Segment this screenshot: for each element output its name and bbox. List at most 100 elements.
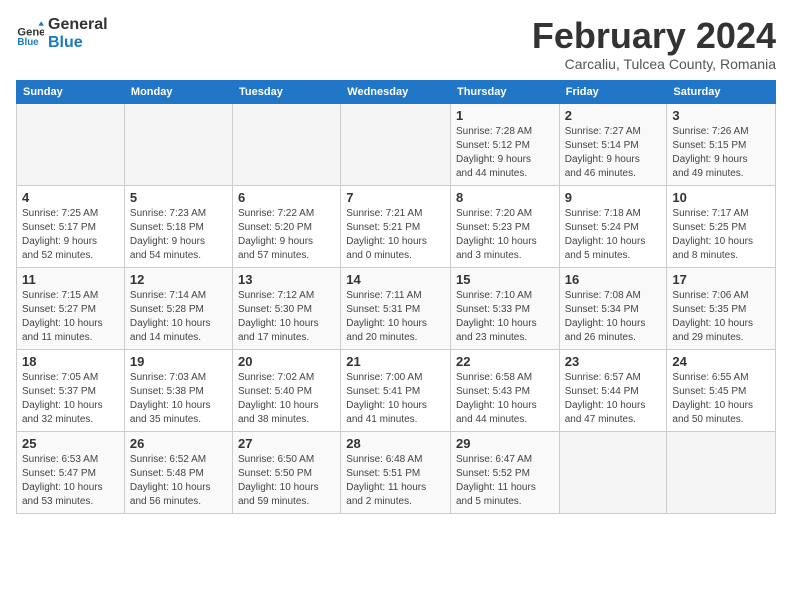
day-cell: 6 Sunrise: 7:22 AM Sunset: 5:20 PM Daylig… bbox=[233, 185, 341, 267]
day-number: 10 bbox=[672, 190, 770, 205]
day-number: 28 bbox=[346, 436, 445, 451]
day-cell bbox=[341, 103, 451, 185]
day-info: Sunrise: 7:18 AM Sunset: 5:24 PM Dayligh… bbox=[565, 207, 662, 263]
day-info: Sunrise: 6:58 AM Sunset: 5:43 PM Dayligh… bbox=[456, 371, 554, 427]
day-number: 27 bbox=[238, 436, 335, 451]
day-info: Sunrise: 7:12 AM Sunset: 5:30 PM Dayligh… bbox=[238, 289, 335, 345]
day-cell: 14 Sunrise: 7:11 AM Sunset: 5:31 PM Dayli… bbox=[341, 267, 451, 349]
day-number: 20 bbox=[238, 354, 335, 369]
day-number: 24 bbox=[672, 354, 770, 369]
logo-general: General bbox=[48, 16, 108, 34]
logo-blue: Blue bbox=[48, 34, 108, 52]
column-header-sunday: Sunday bbox=[17, 80, 125, 103]
day-info: Sunrise: 7:20 AM Sunset: 5:23 PM Dayligh… bbox=[456, 207, 554, 263]
day-number: 9 bbox=[565, 190, 662, 205]
day-cell: 3 Sunrise: 7:26 AM Sunset: 5:15 PM Daylig… bbox=[667, 103, 776, 185]
column-header-thursday: Thursday bbox=[450, 80, 559, 103]
day-cell bbox=[233, 103, 341, 185]
day-cell: 28 Sunrise: 6:48 AM Sunset: 5:51 PM Dayli… bbox=[341, 431, 451, 513]
day-number: 25 bbox=[22, 436, 119, 451]
day-number: 5 bbox=[130, 190, 227, 205]
logo: General Blue General Blue bbox=[16, 16, 108, 51]
day-cell: 25 Sunrise: 6:53 AM Sunset: 5:47 PM Dayli… bbox=[17, 431, 125, 513]
day-number: 19 bbox=[130, 354, 227, 369]
column-header-saturday: Saturday bbox=[667, 80, 776, 103]
day-cell: 2Sunrise: 7:27 AM Sunset: 5:14 PM Daylig… bbox=[559, 103, 667, 185]
day-info: Sunrise: 7:28 AM Sunset: 5:12 PM Dayligh… bbox=[456, 125, 554, 181]
day-number: 14 bbox=[346, 272, 445, 287]
day-info: Sunrise: 7:05 AM Sunset: 5:37 PM Dayligh… bbox=[22, 371, 119, 427]
column-header-monday: Monday bbox=[124, 80, 232, 103]
column-header-tuesday: Tuesday bbox=[233, 80, 341, 103]
column-header-wednesday: Wednesday bbox=[341, 80, 451, 103]
day-number: 22 bbox=[456, 354, 554, 369]
day-info: Sunrise: 7:15 AM Sunset: 5:27 PM Dayligh… bbox=[22, 289, 119, 345]
day-cell: 11 Sunrise: 7:15 AM Sunset: 5:27 PM Dayli… bbox=[17, 267, 125, 349]
day-info: Sunrise: 6:50 AM Sunset: 5:50 PM Dayligh… bbox=[238, 453, 335, 509]
page-header: General Blue General Blue February 2024 … bbox=[16, 16, 776, 72]
day-cell: 7 Sunrise: 7:21 AM Sunset: 5:21 PM Daylig… bbox=[341, 185, 451, 267]
day-number: 29 bbox=[456, 436, 554, 451]
day-info: Sunrise: 7:25 AM Sunset: 5:17 PM Dayligh… bbox=[22, 207, 119, 263]
day-info: Sunrise: 7:00 AM Sunset: 5:41 PM Dayligh… bbox=[346, 371, 445, 427]
day-cell bbox=[17, 103, 125, 185]
day-info: Sunrise: 7:27 AM Sunset: 5:14 PM Dayligh… bbox=[565, 125, 662, 181]
week-row-1: 4 Sunrise: 7:25 AM Sunset: 5:17 PM Daylig… bbox=[17, 185, 776, 267]
title-block: February 2024 Carcaliu, Tulcea County, R… bbox=[532, 16, 776, 72]
day-number: 21 bbox=[346, 354, 445, 369]
day-cell: 16Sunrise: 7:08 AM Sunset: 5:34 PM Dayli… bbox=[559, 267, 667, 349]
day-number: 4 bbox=[22, 190, 119, 205]
day-info: Sunrise: 7:11 AM Sunset: 5:31 PM Dayligh… bbox=[346, 289, 445, 345]
day-cell: 12 Sunrise: 7:14 AM Sunset: 5:28 PM Dayli… bbox=[124, 267, 232, 349]
month-title: February 2024 bbox=[532, 16, 776, 56]
day-cell: 19Sunrise: 7:03 AM Sunset: 5:38 PM Dayli… bbox=[124, 349, 232, 431]
day-cell: 26Sunrise: 6:52 AM Sunset: 5:48 PM Dayli… bbox=[124, 431, 232, 513]
day-info: Sunrise: 6:55 AM Sunset: 5:45 PM Dayligh… bbox=[672, 371, 770, 427]
day-number: 3 bbox=[672, 108, 770, 123]
day-cell: 24 Sunrise: 6:55 AM Sunset: 5:45 PM Dayli… bbox=[667, 349, 776, 431]
calendar-table: SundayMondayTuesdayWednesdayThursdayFrid… bbox=[16, 80, 776, 514]
logo-icon: General Blue bbox=[16, 20, 44, 48]
day-info: Sunrise: 7:26 AM Sunset: 5:15 PM Dayligh… bbox=[672, 125, 770, 181]
svg-text:Blue: Blue bbox=[17, 37, 39, 48]
day-cell: 18 Sunrise: 7:05 AM Sunset: 5:37 PM Dayli… bbox=[17, 349, 125, 431]
column-header-friday: Friday bbox=[559, 80, 667, 103]
day-cell: 23 Sunrise: 6:57 AM Sunset: 5:44 PM Dayli… bbox=[559, 349, 667, 431]
day-number: 17 bbox=[672, 272, 770, 287]
day-cell: 21 Sunrise: 7:00 AM Sunset: 5:41 PM Dayli… bbox=[341, 349, 451, 431]
day-number: 13 bbox=[238, 272, 335, 287]
day-info: Sunrise: 7:23 AM Sunset: 5:18 PM Dayligh… bbox=[130, 207, 227, 263]
week-row-2: 11 Sunrise: 7:15 AM Sunset: 5:27 PM Dayli… bbox=[17, 267, 776, 349]
day-number: 16 bbox=[565, 272, 662, 287]
day-info: Sunrise: 7:14 AM Sunset: 5:28 PM Dayligh… bbox=[130, 289, 227, 345]
day-info: Sunrise: 6:48 AM Sunset: 5:51 PM Dayligh… bbox=[346, 453, 445, 509]
day-cell: 17 Sunrise: 7:06 AM Sunset: 5:35 PM Dayli… bbox=[667, 267, 776, 349]
day-info: Sunrise: 6:57 AM Sunset: 5:44 PM Dayligh… bbox=[565, 371, 662, 427]
day-cell: 13 Sunrise: 7:12 AM Sunset: 5:30 PM Dayli… bbox=[233, 267, 341, 349]
day-info: Sunrise: 7:21 AM Sunset: 5:21 PM Dayligh… bbox=[346, 207, 445, 263]
day-number: 8 bbox=[456, 190, 554, 205]
day-cell bbox=[559, 431, 667, 513]
day-info: Sunrise: 7:22 AM Sunset: 5:20 PM Dayligh… bbox=[238, 207, 335, 263]
day-info: Sunrise: 7:10 AM Sunset: 5:33 PM Dayligh… bbox=[456, 289, 554, 345]
day-number: 23 bbox=[565, 354, 662, 369]
day-cell: 5 Sunrise: 7:23 AM Sunset: 5:18 PM Daylig… bbox=[124, 185, 232, 267]
day-cell: 15 Sunrise: 7:10 AM Sunset: 5:33 PM Dayli… bbox=[450, 267, 559, 349]
day-number: 15 bbox=[456, 272, 554, 287]
day-number: 6 bbox=[238, 190, 335, 205]
day-info: Sunrise: 6:52 AM Sunset: 5:48 PM Dayligh… bbox=[130, 453, 227, 509]
day-info: Sunrise: 7:06 AM Sunset: 5:35 PM Dayligh… bbox=[672, 289, 770, 345]
day-number: 7 bbox=[346, 190, 445, 205]
day-number: 18 bbox=[22, 354, 119, 369]
day-number: 12 bbox=[130, 272, 227, 287]
day-cell: 27 Sunrise: 6:50 AM Sunset: 5:50 PM Dayli… bbox=[233, 431, 341, 513]
day-cell: 22 Sunrise: 6:58 AM Sunset: 5:43 PM Dayli… bbox=[450, 349, 559, 431]
day-info: Sunrise: 6:53 AM Sunset: 5:47 PM Dayligh… bbox=[22, 453, 119, 509]
day-cell: 9 Sunrise: 7:18 AM Sunset: 5:24 PM Daylig… bbox=[559, 185, 667, 267]
week-row-4: 25 Sunrise: 6:53 AM Sunset: 5:47 PM Dayli… bbox=[17, 431, 776, 513]
day-cell: 20Sunrise: 7:02 AM Sunset: 5:40 PM Dayli… bbox=[233, 349, 341, 431]
day-number: 1 bbox=[456, 108, 554, 123]
day-number: 11 bbox=[22, 272, 119, 287]
day-info: Sunrise: 6:47 AM Sunset: 5:52 PM Dayligh… bbox=[456, 453, 554, 509]
day-cell: 10Sunrise: 7:17 AM Sunset: 5:25 PM Dayli… bbox=[667, 185, 776, 267]
